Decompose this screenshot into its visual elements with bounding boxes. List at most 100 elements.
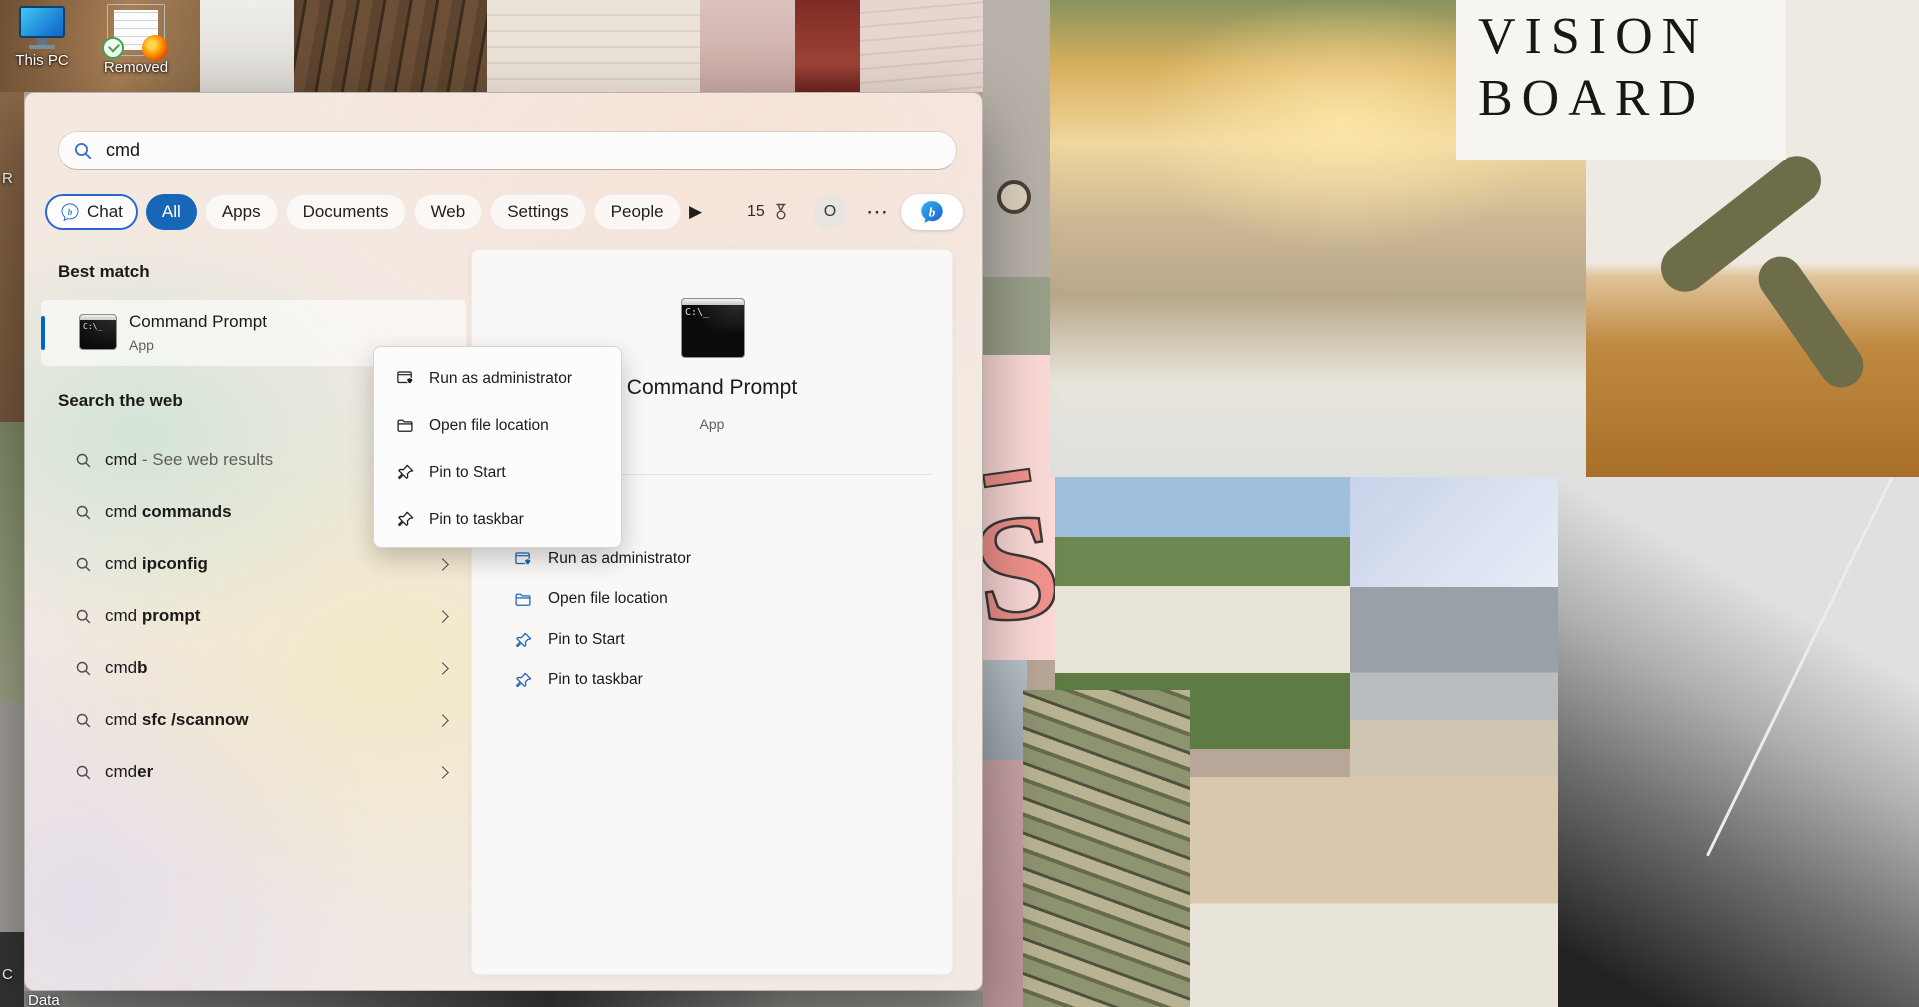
tab-people[interactable]: People [594, 194, 681, 230]
photo-candle-tray [700, 0, 795, 92]
command-prompt-icon-large: C:\_ [681, 298, 745, 358]
tab-settings-label: Settings [507, 202, 568, 222]
search-icon [75, 452, 92, 469]
suggestion-cmdb[interactable]: cmdb [25, 642, 471, 694]
menu-item-label: Pin to Start [429, 464, 506, 482]
photo-ceiling-room [200, 0, 294, 92]
vision-board-title-line1: VISION [1478, 6, 1786, 68]
photo-money-stacks [1023, 690, 1190, 1007]
context-menu: Run as administrator Open file location … [373, 346, 622, 548]
desktop-icon-label-fragment-c: C [2, 966, 13, 983]
tab-apps-label: Apps [222, 202, 261, 222]
rewards-medal-icon [771, 202, 791, 222]
tab-people-label: People [611, 202, 664, 222]
rewards-points: 15 [747, 203, 765, 221]
play-icon: ▶ [689, 202, 702, 222]
preview-action-open-file-location[interactable]: Open file location [472, 582, 952, 616]
account-avatar[interactable]: O [813, 195, 847, 229]
suggestion-cmd-sfc-scannow[interactable]: cmd sfc /scannow [25, 694, 471, 746]
tab-apps[interactable]: Apps [205, 194, 278, 230]
menu-item-label: Pin to taskbar [429, 511, 524, 529]
search-icon [75, 660, 92, 677]
svg-text:b: b [929, 204, 936, 219]
removed-label: Removed [100, 59, 172, 76]
photo-wood-strip [0, 92, 24, 422]
tab-all-label: All [162, 202, 181, 222]
avatar-initial: O [824, 203, 836, 221]
tab-documents[interactable]: Documents [286, 194, 406, 230]
photo-ocean-beach [1350, 587, 1560, 777]
pin-icon [514, 671, 533, 690]
photo-stationery [860, 0, 983, 92]
pin-icon [396, 463, 415, 482]
more-options-button[interactable]: ⋯ [866, 194, 890, 230]
search-box[interactable] [58, 131, 957, 170]
photo-gravel-strip [0, 702, 24, 932]
photo-letters [487, 0, 700, 92]
photo-house-path [983, 660, 1027, 760]
search-icon [75, 504, 92, 521]
menu-item-pin-to-start[interactable]: Pin to Start [374, 449, 621, 496]
svg-text:b: b [68, 208, 73, 218]
desktop-icon-this-pc[interactable]: This PC [8, 6, 76, 69]
vision-board-card: VISION BOARD [1456, 0, 1786, 160]
boat-rail [1706, 478, 1893, 857]
desktop-icon-removed[interactable]: Removed [100, 4, 172, 76]
search-input[interactable] [106, 140, 926, 161]
chevron-right-icon[interactable] [436, 662, 449, 675]
tab-chat-label: Chat [87, 202, 123, 222]
suggestion-cmd-prompt[interactable]: cmd prompt [25, 590, 471, 642]
photo-mauve-pavement [983, 760, 1027, 1007]
photo-picnic-fabric [1350, 477, 1560, 587]
menu-item-pin-to-taskbar[interactable]: Pin to taskbar [374, 496, 621, 543]
tab-settings[interactable]: Settings [490, 194, 585, 230]
pin-icon [396, 510, 415, 529]
chevron-right-icon[interactable] [436, 714, 449, 727]
search-icon [75, 556, 92, 573]
chevron-right-icon[interactable] [436, 766, 449, 779]
chevron-right-icon[interactable] [436, 610, 449, 623]
photo-red-objects [795, 0, 860, 92]
run-as-admin-icon [514, 550, 533, 569]
photo-car-bottom [24, 991, 983, 1007]
suggestion-cmder[interactable]: cmder [25, 746, 471, 798]
menu-item-open-file-location[interactable]: Open file location [374, 402, 621, 449]
chevron-right-icon[interactable] [436, 558, 449, 571]
tab-chat[interactable]: b Chat [45, 194, 138, 230]
best-match-subtitle: App [129, 337, 154, 353]
bing-button[interactable]: b [901, 194, 963, 230]
this-pc-icon [8, 6, 76, 49]
menu-item-label: Run as administrator [429, 370, 572, 388]
tab-all[interactable]: All [146, 194, 197, 230]
preview-action-pin-to-start[interactable]: Pin to Start [472, 623, 952, 657]
search-icon [73, 141, 93, 161]
selection-accent-bar [41, 316, 45, 350]
menu-item-run-as-administrator[interactable]: Run as administrator [374, 355, 621, 402]
photo-pink-letter-s: S [983, 355, 1057, 660]
pocket-watch [997, 180, 1031, 214]
expand-filters-button[interactable]: ▶ [689, 194, 702, 230]
preview-action-pin-to-taskbar[interactable]: Pin to taskbar [472, 663, 952, 697]
search-the-web-header: Search the web [58, 391, 183, 411]
letter-s: S [983, 488, 1057, 648]
bing-chat-icon: b [60, 202, 80, 222]
bing-icon: b [918, 198, 946, 226]
best-match-header: Best match [58, 262, 150, 282]
folder-icon [514, 590, 533, 609]
check-icon [102, 37, 124, 59]
tab-web[interactable]: Web [414, 194, 483, 230]
run-as-admin-icon [396, 369, 415, 388]
best-match-title: Command Prompt [129, 312, 267, 332]
filter-pills: b Chat All Apps Documents Web Settings P… [45, 194, 681, 230]
search-icon [75, 764, 92, 781]
desktop-icon-label-fragment-r: R [2, 170, 13, 187]
this-pc-label: This PC [8, 52, 76, 69]
photo-garden-strip [0, 422, 24, 702]
photo-man-on-boat [1558, 477, 1919, 1007]
pin-icon [514, 631, 533, 650]
rewards-button[interactable]: 15 [747, 194, 791, 230]
search-icon [75, 712, 92, 729]
firefox-icon [142, 35, 168, 61]
ellipsis-icon: ⋯ [866, 199, 890, 225]
desktop-icon-data-label[interactable]: Data [28, 992, 60, 1007]
